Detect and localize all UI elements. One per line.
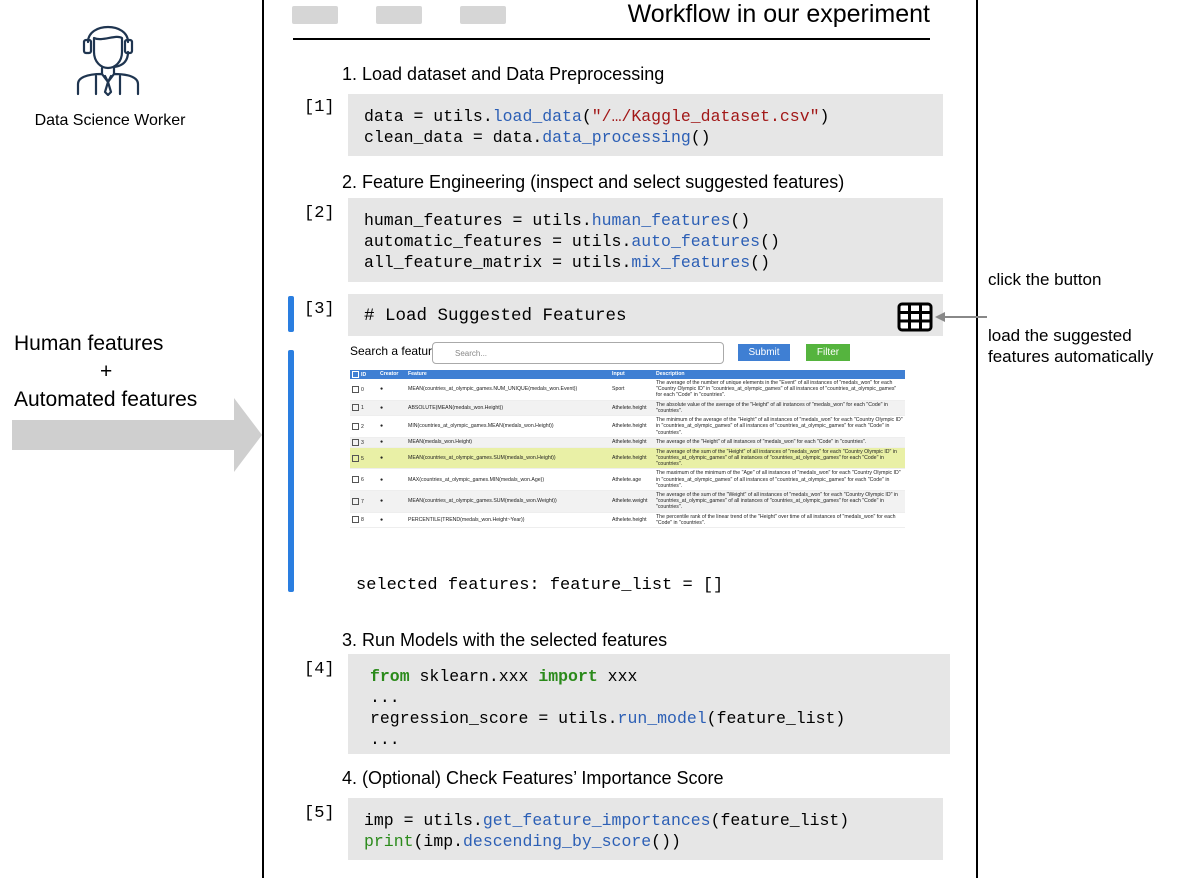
table-row[interactable]: 6 ● MAX(countries_at_olympic_games.MIN(m… (350, 468, 905, 491)
table-row[interactable]: 7 ● MEAN(countries_at_olympic_games.SUM(… (350, 490, 905, 513)
code-cell-4[interactable]: from sklearn.xxx import xxx ... regressi… (348, 654, 950, 754)
code-cell-5[interactable]: imp = utils.get_feature_importances(feat… (348, 798, 943, 860)
cell-5-number: [5] (304, 804, 335, 823)
toolbar-placeholder (460, 6, 506, 24)
selected-features-output: selected features: feature_list = [] (356, 576, 724, 595)
active-cell-indicator (288, 296, 294, 332)
select-all-checkbox[interactable] (352, 371, 359, 378)
creator-icon: ● (378, 400, 406, 417)
creator-icon: ● (378, 468, 406, 491)
notebook-border-left (262, 0, 264, 878)
code-cell-1[interactable]: data = utils.load_data("/…/Kaggle_datase… (348, 94, 943, 156)
load-note-line2: features automatically (988, 347, 1154, 366)
step-4-heading: 4. (Optional) Check Features’ Importance… (342, 768, 724, 788)
search-input[interactable]: Search... (432, 342, 724, 364)
filter-button[interactable]: Filter (806, 344, 850, 361)
table-row[interactable]: 3 ● MEAN(medals_won.Height) Athelete.hei… (350, 437, 905, 448)
row-checkbox[interactable] (352, 497, 359, 505)
creator-icon: ● (378, 379, 406, 401)
column-header-feature[interactable]: Feature (406, 370, 610, 380)
row-checkbox[interactable] (352, 422, 359, 430)
row-checkbox[interactable] (352, 454, 359, 462)
row-checkbox[interactable] (352, 404, 359, 412)
code-cell-3[interactable]: # Load Suggested Features (348, 294, 943, 336)
row-checkbox[interactable] (352, 385, 359, 393)
row-checkbox[interactable] (352, 476, 359, 484)
notebook-border-right (976, 0, 978, 878)
search-label: Search a feature (350, 344, 439, 358)
creator-icon: ● (378, 415, 406, 438)
pointer-arrow-icon (935, 312, 987, 322)
table-row[interactable]: 0 ● MEAN(countries_at_olympic_games.NUM_… (350, 379, 905, 401)
cell-4-number: [4] (304, 660, 335, 679)
cell-2-number: [2] (304, 204, 335, 223)
column-header-description[interactable]: Description (654, 370, 905, 380)
step-3-heading: 3. Run Models with the selected features (342, 630, 668, 650)
step-2-heading: 2. Feature Engineering (inspect and sele… (342, 172, 845, 192)
table-header-row: ID Creator Feature Input Description (350, 370, 905, 380)
notebook-title: Workflow in our experiment (627, 0, 930, 28)
worker-label: Data Science Worker (34, 112, 186, 129)
cell-3-number: [3] (304, 300, 335, 319)
title-divider (293, 38, 930, 40)
row-checkbox[interactable] (352, 438, 359, 446)
step-1-heading: 1. Load dataset and Data Preprocessing (342, 64, 665, 84)
table-row[interactable]: 8 ● PERCENTILE(TREND(medals_won.Height~Y… (350, 512, 905, 529)
creator-icon: ● (378, 437, 406, 448)
load-note-line1: load the suggested (988, 326, 1132, 345)
toolbar-placeholder (292, 6, 338, 24)
feature-table: ID Creator Feature Input Description 0 ●… (350, 370, 905, 529)
output-indicator (288, 350, 294, 592)
submit-button[interactable]: Submit (738, 344, 790, 361)
plus-sign: + (100, 360, 113, 383)
toolbar-placeholder (376, 6, 422, 24)
code-cell-2[interactable]: human_features = utils.human_features() … (348, 198, 943, 282)
creator-icon: ● (378, 512, 406, 529)
cell-1-number: [1] (304, 98, 335, 117)
column-header-creator[interactable]: Creator (378, 370, 406, 380)
click-note: click the button (988, 270, 1102, 289)
worker-avatar-icon (76, 26, 140, 96)
table-row[interactable]: 2 ● MIN(countries_at_olympic_games.MEAN(… (350, 415, 905, 438)
table-row-highlighted[interactable]: 5 ● MEAN(countries_at_olympic_games.SUM(… (350, 447, 905, 470)
input-arrow-icon (12, 398, 262, 472)
row-checkbox[interactable] (352, 516, 359, 524)
column-header-input[interactable]: Input (610, 370, 654, 380)
human-features-label: Human features (14, 332, 164, 355)
creator-icon: ● (378, 447, 406, 470)
creator-icon: ● (378, 490, 406, 513)
table-grid-icon[interactable] (897, 302, 933, 332)
table-row[interactable]: 1 ● ABSOLUTE(MEAN(medals_won.Height)) At… (350, 400, 905, 417)
